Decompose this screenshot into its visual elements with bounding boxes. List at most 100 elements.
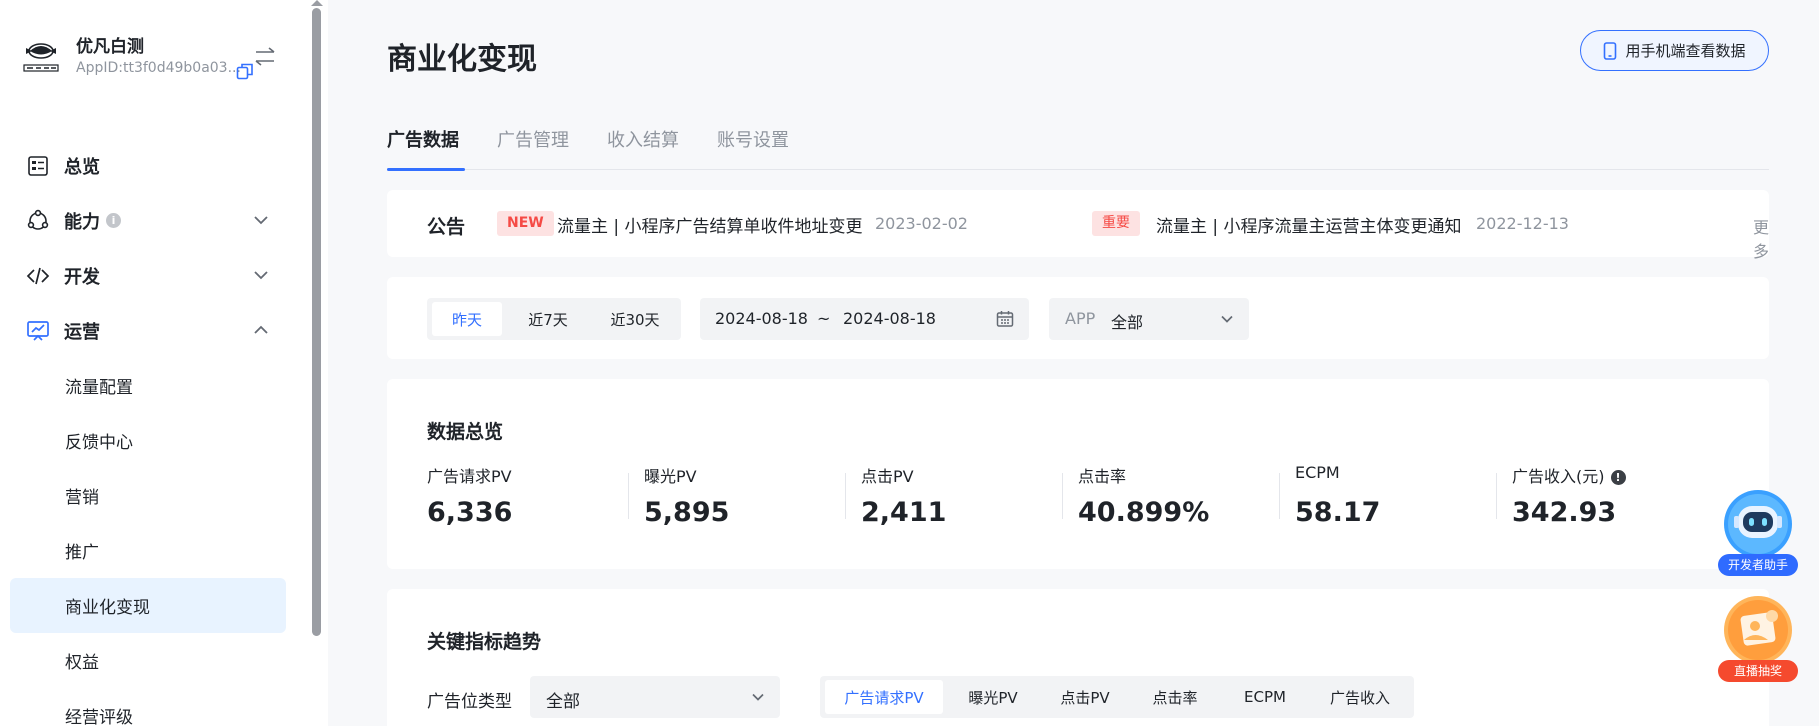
chevron-down-icon xyxy=(1221,315,1233,323)
scroll-up-arrow[interactable] xyxy=(311,0,323,6)
live-lottery-label: 直播抽奖 xyxy=(1718,660,1798,682)
tab-ad-data[interactable]: 广告数据 xyxy=(387,126,465,171)
ad-type-select[interactable]: 全部 xyxy=(530,676,780,718)
range-30days-button[interactable]: 近30天 xyxy=(592,302,678,336)
sidebar-sub-item-feedback[interactable]: 反馈中心 xyxy=(10,413,286,468)
metric-divider xyxy=(1279,473,1280,519)
sidebar-sub-item-monetization[interactable]: 商业化变现 xyxy=(10,578,286,633)
date-end-input[interactable]: 2024-08-18 xyxy=(843,309,936,328)
section-title: 关键指标趋势 xyxy=(427,631,542,653)
info-icon[interactable]: i xyxy=(106,213,121,228)
chevron-down-icon[interactable] xyxy=(252,266,270,284)
metric-label: 广告请求PV xyxy=(427,467,512,486)
new-badge: NEW xyxy=(497,211,554,236)
metric-exposure-pv: 曝光PV 5,895 xyxy=(644,463,861,543)
operation-icon xyxy=(26,319,50,343)
sidebar-nav: 总览 能力 i 开发 运营 流量配置 反馈中心 营销 推广 商业化变现 权益 经… xyxy=(10,138,286,726)
important-badge: 重要 xyxy=(1092,211,1140,236)
metric-label: 广告收入(元)! xyxy=(1512,463,1626,487)
sidebar-item-ability[interactable]: 能力 i xyxy=(10,193,286,248)
developer-assistant-label: 开发者助手 xyxy=(1718,554,1798,576)
sidebar-item-label: 运营 xyxy=(64,321,100,343)
metric-divider xyxy=(1496,473,1497,519)
code-icon xyxy=(26,264,50,288)
notice-title: 公告 xyxy=(427,216,466,238)
sidebar-item-label: 能力 xyxy=(64,211,100,233)
range-yesterday-button[interactable]: 昨天 xyxy=(432,302,502,336)
sidebar-scrollbar-thumb[interactable] xyxy=(312,8,321,636)
tab-account-settings[interactable]: 账号设置 xyxy=(717,126,789,170)
calendar-icon[interactable] xyxy=(996,310,1014,328)
app-name: 优凡白测 xyxy=(76,37,144,57)
metric-value: 58.17 xyxy=(1295,497,1381,528)
tab-ad-management[interactable]: 广告管理 xyxy=(497,126,569,170)
more-link[interactable]: 更多 xyxy=(1753,214,1769,262)
date-range-picker[interactable]: 2024-08-18 ~ 2024-08-18 xyxy=(700,298,1029,340)
date-range-segmented: 昨天 近7天 近30天 xyxy=(427,298,681,340)
robot-icon xyxy=(1724,490,1792,558)
metric-label: 点击PV xyxy=(861,467,914,486)
lottery-icon xyxy=(1724,596,1792,664)
view-on-mobile-label: 用手机端查看数据 xyxy=(1625,42,1746,60)
sidebar-sub-item-promotion[interactable]: 推广 xyxy=(10,523,286,578)
phone-icon xyxy=(1604,41,1617,60)
metric-divider xyxy=(1062,473,1063,519)
chevron-up-icon[interactable] xyxy=(252,321,270,339)
metric-option-exposure-pv[interactable]: 曝光PV xyxy=(948,680,1038,714)
warning-icon[interactable]: ! xyxy=(1610,470,1626,485)
metric-divider xyxy=(628,473,629,519)
sidebar-sub-item-benefits[interactable]: 权益 xyxy=(10,633,286,688)
live-lottery-button[interactable]: 直播抽奖 xyxy=(1718,596,1798,682)
metric-value: 40.899% xyxy=(1078,497,1210,528)
date-start-input[interactable]: 2024-08-18 xyxy=(715,309,808,328)
metric-label: 曝光PV xyxy=(644,467,697,486)
metric-ad-request-pv: 广告请求PV 6,336 xyxy=(427,463,644,543)
sidebar-sub-item-traffic[interactable]: 流量配置 xyxy=(10,358,286,413)
metric-segmented: 广告请求PV 曝光PV 点击PV 点击率 ECPM 广告收入 xyxy=(820,676,1414,718)
sidebar-item-develop[interactable]: 开发 xyxy=(10,248,286,303)
metric-option-ecpm[interactable]: ECPM xyxy=(1220,680,1310,714)
notice-date: 2023-02-02 xyxy=(875,214,968,233)
metric-option-income[interactable]: 广告收入 xyxy=(1310,680,1410,714)
ability-icon xyxy=(26,209,50,233)
metric-label: ECPM xyxy=(1295,463,1340,482)
filter-card: 昨天 近7天 近30天 2024-08-18 ~ 2024-08-18 APP … xyxy=(387,277,1769,359)
developer-assistant-button[interactable]: 开发者助手 xyxy=(1718,490,1798,576)
overview-icon xyxy=(26,154,50,178)
switch-app-icon[interactable] xyxy=(252,46,278,68)
metric-option-ctr[interactable]: 点击率 xyxy=(1130,680,1220,714)
chevron-down-icon xyxy=(752,693,764,701)
key-metrics-trend-card: 关键指标趋势 广告位类型 全部 广告请求PV 曝光PV 点击PV 点击率 ECP… xyxy=(387,589,1769,726)
range-7days-button[interactable]: 近7天 xyxy=(507,302,589,336)
notice-link[interactable]: 流量主 | 小程序广告结算单收件地址变更 xyxy=(557,212,863,237)
metric-option-click-pv[interactable]: 点击PV xyxy=(1040,680,1130,714)
sidebar-sub-item-marketing[interactable]: 营销 xyxy=(10,468,286,523)
app-id: AppID:tt3f0d49b0a03... xyxy=(76,60,241,76)
tab-income-settlement[interactable]: 收入结算 xyxy=(607,126,679,170)
tab-bar: 广告数据 广告管理 收入结算 账号设置 xyxy=(387,122,1769,171)
sidebar-item-label: 总览 xyxy=(64,156,100,178)
sidebar-item-overview[interactable]: 总览 xyxy=(10,138,286,193)
metric-click-pv: 点击PV 2,411 xyxy=(861,463,1078,543)
chevron-down-icon[interactable] xyxy=(252,211,270,229)
app-logo xyxy=(23,43,59,72)
notice-card: 公告 NEW 流量主 | 小程序广告结算单收件地址变更 2023-02-02 重… xyxy=(387,190,1769,261)
metric-label: 点击率 xyxy=(1078,467,1127,486)
metric-divider xyxy=(845,473,846,519)
section-title: 数据总览 xyxy=(427,421,504,443)
sidebar-item-operation[interactable]: 运营 xyxy=(10,303,286,358)
notice-link[interactable]: 流量主 | 小程序流量主运营主体变更通知 xyxy=(1156,212,1462,237)
metric-value: 2,411 xyxy=(861,497,947,528)
metric-ecpm: ECPM 58.17 xyxy=(1295,463,1512,543)
metric-option-request-pv[interactable]: 广告请求PV xyxy=(825,680,943,714)
data-overview-card: 数据总览 广告请求PV 6,336 曝光PV 5,895 点击PV 2,411 … xyxy=(387,379,1769,569)
metric-value: 6,336 xyxy=(427,497,513,528)
sidebar-sub-item-rating[interactable]: 经营评级 xyxy=(10,688,286,726)
sidebar: 优凡白测 AppID:tt3f0d49b0a03... 总览 能力 i 开发 运… xyxy=(0,0,310,726)
notice-date: 2022-12-13 xyxy=(1476,214,1569,233)
metric-value: 5,895 xyxy=(644,497,730,528)
app-select[interactable]: APP 全部 xyxy=(1049,298,1249,340)
view-on-mobile-button[interactable]: 用手机端查看数据 xyxy=(1580,30,1769,71)
ad-type-select-value: 全部 xyxy=(546,692,580,712)
sidebar-item-label: 开发 xyxy=(64,266,100,288)
